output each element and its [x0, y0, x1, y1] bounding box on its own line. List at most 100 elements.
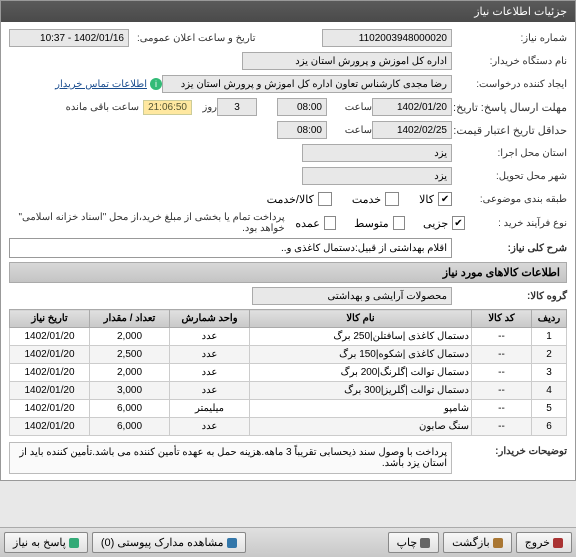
table-cell: 2	[532, 346, 567, 364]
table-cell: عدد	[170, 364, 250, 382]
table-cell: 6	[532, 418, 567, 436]
table-cell: 5	[532, 400, 567, 418]
table-cell: 1402/01/20	[10, 346, 90, 364]
input-general-desc[interactable]	[9, 238, 452, 258]
countdown-timer: 21:06:50	[143, 100, 192, 115]
col-name: نام کالا	[250, 310, 472, 328]
table-cell: عدد	[170, 382, 250, 400]
option-goods-service: کالا/خدمت	[267, 193, 314, 206]
table-cell: 3	[532, 364, 567, 382]
option-high: عمده	[295, 217, 319, 230]
field-buyer-org: اداره کل اموزش و پرورش استان یزد	[242, 52, 452, 70]
table-cell: --	[472, 382, 532, 400]
checkbox-goods[interactable]	[438, 192, 452, 206]
label-delivery-city: شهر محل تحویل:	[452, 171, 567, 182]
field-delivery-city: یزد	[302, 167, 452, 185]
col-date: تاریخ نیاز	[10, 310, 90, 328]
table-cell: 1402/01/20	[10, 418, 90, 436]
table-cell: --	[472, 400, 532, 418]
checkbox-goods-service[interactable]	[318, 192, 332, 206]
label-announce-date: تاریخ و ساعت اعلان عمومی:	[133, 33, 256, 44]
field-days: 3	[217, 98, 257, 116]
field-exec-province: یزد	[302, 144, 452, 162]
print-button[interactable]: چاپ	[388, 532, 440, 553]
field-credit-hour: 08:00	[277, 121, 327, 139]
reply-icon	[69, 538, 79, 548]
field-requester: رضا مجدی کارشناس تعاون اداره کل اموزش و …	[162, 75, 452, 93]
label-purchase-type: نوع فرآیند خرید :	[465, 218, 567, 229]
table-cell: میلیمتر	[170, 400, 250, 418]
items-section-header: اطلاعات کالاهای مورد نیاز	[9, 262, 567, 283]
col-row: ردیف	[532, 310, 567, 328]
checkbox-high[interactable]	[324, 216, 337, 230]
table-cell: دستمال کاغذی |سافتلن|250 برگ	[250, 328, 472, 346]
table-cell: --	[472, 364, 532, 382]
table-cell: --	[472, 328, 532, 346]
table-row[interactable]: 2--دستمال کاغذی |شکوه|150 برگعدد2,500140…	[10, 346, 567, 364]
table-row[interactable]: 6--سنگ صابونعدد6,0001402/01/20	[10, 418, 567, 436]
label-goods-group: گروه کالا:	[452, 291, 567, 302]
table-cell: شامپو	[250, 400, 472, 418]
table-cell: --	[472, 418, 532, 436]
table-cell: دستمال توالت |گلریز|300 برگ	[250, 382, 472, 400]
label-requester: ایجاد کننده درخواست:	[452, 79, 567, 90]
field-announce-date: 1402/01/16 - 10:37	[9, 29, 129, 47]
table-cell: دستمال کاغذی |شکوه|150 برگ	[250, 346, 472, 364]
checkbox-mid[interactable]	[393, 216, 406, 230]
col-unit: واحد شمارش	[170, 310, 250, 328]
footer-toolbar: خروج بازگشت چاپ مشاهده مدارک پیوستی (0) …	[0, 527, 576, 557]
label-remaining: ساعت باقی مانده	[63, 102, 139, 113]
attachment-icon	[227, 538, 237, 548]
label-general-desc: شرح کلی نیاز:	[452, 243, 567, 254]
label-hour-2: ساعت	[327, 125, 372, 136]
col-qty: تعداد / مقدار	[90, 310, 170, 328]
table-cell: عدد	[170, 346, 250, 364]
table-cell: 2,000	[90, 364, 170, 382]
table-cell: دستمال توالت |گلرنگ|200 برگ	[250, 364, 472, 382]
buyer-notes-text: پرداخت با وصول سند ذیحسابی تقریباً 3 ماه…	[9, 442, 452, 474]
option-goods: کالا	[419, 193, 434, 206]
label-reply-deadline: مهلت ارسال پاسخ: تاریخ: تا تاریخ:	[452, 101, 567, 114]
items-table: ردیف کد کالا نام کالا واحد شمارش تعداد /…	[9, 309, 567, 436]
label-exec-province: استان محل اجرا:	[452, 148, 567, 159]
exit-icon	[553, 538, 563, 548]
col-code: کد کالا	[472, 310, 532, 328]
contact-info-link[interactable]: اطلاعات تماس خریدار	[55, 79, 147, 90]
label-buyer-notes: توضیحات خریدار:	[452, 442, 567, 474]
view-attachments-button[interactable]: مشاهده مدارک پیوستی (0)	[92, 532, 246, 553]
table-row[interactable]: 3--دستمال توالت |گلرنگ|200 برگعدد2,00014…	[10, 364, 567, 382]
table-cell: 6,000	[90, 400, 170, 418]
window-titlebar: جزئیات اطلاعات نیاز	[1, 1, 575, 22]
table-cell: سنگ صابون	[250, 418, 472, 436]
table-row[interactable]: 1--دستمال کاغذی |سافتلن|250 برگعدد2,0001…	[10, 328, 567, 346]
table-row[interactable]: 4--دستمال توالت |گلریز|300 برگعدد3,00014…	[10, 382, 567, 400]
table-cell: عدد	[170, 328, 250, 346]
table-cell: 3,000	[90, 382, 170, 400]
option-service: خدمت	[352, 193, 381, 206]
field-reply-hour: 08:00	[277, 98, 327, 116]
table-cell: 1402/01/20	[10, 364, 90, 382]
field-req-number: 1102003948000020	[322, 29, 452, 47]
table-cell: --	[472, 346, 532, 364]
table-cell: عدد	[170, 418, 250, 436]
table-cell: 1402/01/20	[10, 382, 90, 400]
table-cell: 2,500	[90, 346, 170, 364]
print-icon	[420, 538, 430, 548]
exit-button[interactable]: خروج	[516, 532, 572, 553]
field-goods-group: محصولات آرایشی و بهداشتی	[252, 287, 452, 305]
table-row[interactable]: 5--شامپومیلیمتر6,0001402/01/20	[10, 400, 567, 418]
reply-button[interactable]: پاسخ به نیاز	[4, 532, 88, 553]
table-cell: 1	[532, 328, 567, 346]
label-hour-1: ساعت	[327, 102, 372, 113]
option-mid: متوسط	[354, 217, 389, 230]
checkbox-service[interactable]	[385, 192, 399, 206]
back-button[interactable]: بازگشت	[443, 532, 512, 553]
checkbox-low[interactable]	[452, 216, 465, 230]
label-credit-min: حداقل تاریخ اعتبار قیمت: تا تاریخ:	[452, 124, 567, 137]
purchase-note: پرداخت تمام یا بخشی از مبلغ خرید،از محل …	[9, 212, 285, 234]
info-icon: i	[150, 78, 162, 90]
label-req-number: شماره نیاز:	[452, 33, 567, 44]
label-day: روز	[192, 102, 217, 113]
field-credit-date: 1402/02/25	[372, 121, 452, 139]
table-cell: 6,000	[90, 418, 170, 436]
